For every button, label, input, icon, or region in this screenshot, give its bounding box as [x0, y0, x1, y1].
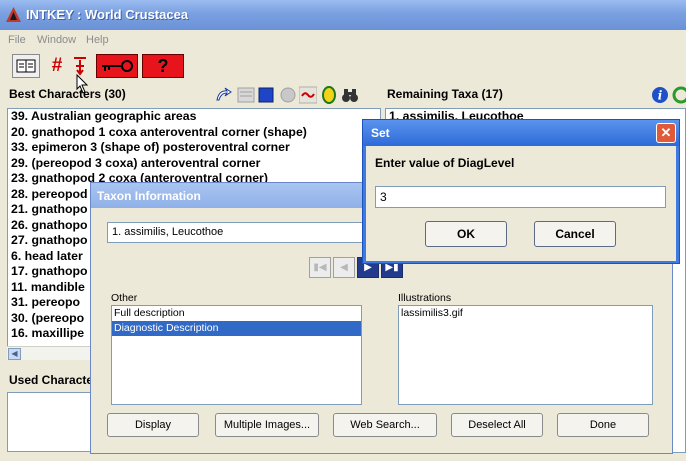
menu-bar: File Window Help — [0, 30, 686, 50]
set-dialog-title: Set — [363, 120, 679, 146]
binoculars-icon[interactable] — [341, 86, 359, 104]
info-icon[interactable]: i — [651, 86, 669, 104]
list-item[interactable]: 29. (pereopod 3 coxa) anteroventral corn… — [8, 156, 380, 172]
best-characters-title: Best Characters (30) — [9, 87, 126, 101]
diaglevel-prompt: Enter value of DiagLevel — [375, 156, 515, 170]
menu-file[interactable]: File — [8, 34, 26, 46]
menu-help[interactable]: Help — [86, 34, 109, 46]
first-taxon-button[interactable]: ▮◀ — [309, 257, 331, 278]
list-item[interactable]: Full description — [112, 306, 361, 321]
taxon-select[interactable]: 1. assimilis, Leucothoe — [107, 222, 377, 243]
menu-window[interactable]: Window — [37, 34, 76, 46]
list-item[interactable]: Diagnostic Description — [112, 321, 361, 336]
set-dialog: Set ✕ Enter value of DiagLevel 3 OK Canc… — [362, 119, 680, 264]
list-item[interactable]: 20. gnathopod 1 coxa anteroventral corne… — [8, 125, 380, 141]
diagnose-icon[interactable] — [215, 86, 233, 104]
diaglevel-input[interactable]: 3 — [375, 186, 666, 208]
done-button[interactable]: Done — [557, 413, 649, 437]
illustrations-list[interactable]: lassimilis3.gif — [398, 305, 653, 405]
intkey-logo-icon — [6, 7, 21, 22]
other-label: Other — [111, 292, 138, 304]
toolbar: # ? — [0, 50, 686, 94]
list-icon[interactable] — [237, 86, 255, 104]
cancel-button[interactable]: Cancel — [534, 221, 616, 247]
notes-icon — [16, 59, 36, 73]
deselect-all-button[interactable]: Deselect All — [451, 413, 543, 437]
separate-icon[interactable] — [279, 86, 297, 104]
ok-button[interactable]: OK — [425, 221, 507, 247]
list-item[interactable]: 33. epimeron 3 (shape of) posteroventral… — [8, 140, 380, 156]
toolbar-hash-button[interactable]: # — [47, 54, 67, 78]
set-dialog-body: Enter value of DiagLevel 3 OK Cancel — [366, 146, 676, 261]
title-bar: INTKEY : World Crustacea — [0, 0, 686, 30]
green-search-icon[interactable] — [672, 86, 686, 104]
svg-text:i: i — [658, 89, 663, 103]
other-list[interactable]: Full description Diagnostic Description — [111, 305, 362, 405]
key-icon — [102, 60, 133, 72]
restart-icon — [74, 57, 86, 76]
toolbar-key-button[interactable] — [96, 54, 138, 78]
window-title: INTKEY : World Crustacea — [26, 7, 189, 22]
web-search-button[interactable]: Web Search... — [333, 413, 437, 437]
remaining-taxa-title: Remaining Taxa (17) — [387, 87, 503, 101]
toolbar-notes-button[interactable] — [12, 54, 40, 78]
best-characters-header: Best Characters (30) — [7, 82, 381, 108]
intkey-main-window: INTKEY : World Crustacea File Window Hel… — [0, 0, 686, 461]
close-icon[interactable]: ✕ — [656, 123, 676, 143]
remaining-taxa-header: Remaining Taxa (17) i — [385, 82, 686, 108]
blue-square-icon[interactable] — [257, 86, 275, 104]
list-item[interactable]: lassimilis3.gif — [399, 306, 652, 321]
tilde-icon[interactable] — [299, 86, 317, 104]
multiple-images-button[interactable]: Multiple Images... — [215, 413, 319, 437]
scroll-left-icon[interactable]: ◀ — [8, 348, 21, 360]
yellow-oval-icon[interactable] — [320, 86, 338, 104]
display-button[interactable]: Display — [107, 413, 199, 437]
illustrations-label: Illustrations — [398, 292, 452, 304]
list-item[interactable]: 39. Australian geographic areas — [8, 109, 380, 125]
previous-taxon-button[interactable]: ◀ — [333, 257, 355, 278]
toolbar-help-button[interactable]: ? — [142, 54, 184, 78]
